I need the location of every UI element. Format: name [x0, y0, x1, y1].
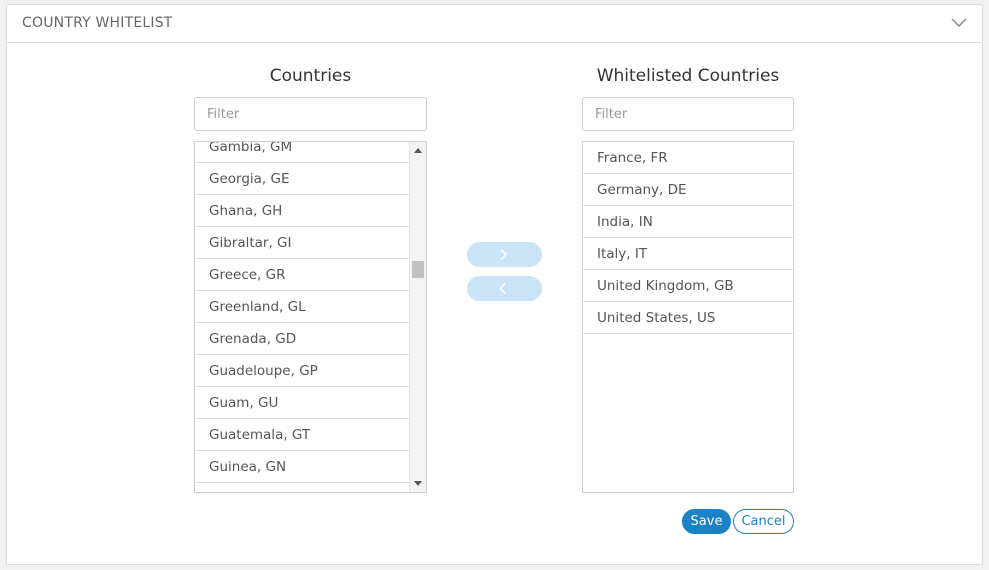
scroll-thumb[interactable]: [412, 261, 424, 278]
scroll-up-icon[interactable]: [414, 148, 422, 153]
scroll-down-icon[interactable]: [414, 481, 422, 486]
chevron-right-icon: [500, 248, 508, 261]
list-item[interactable]: Guam, GU: [195, 387, 409, 419]
countries-title: Countries: [269, 66, 352, 86]
list-item[interactable]: Germany, DE: [583, 174, 793, 206]
list-item[interactable]: Italy, IT: [583, 238, 793, 270]
panel-header[interactable]: COUNTRY WHITELIST: [7, 5, 982, 43]
countries-scrollbar[interactable]: [409, 142, 426, 492]
list-item[interactable]: United States, US: [583, 302, 793, 334]
list-item[interactable]: Gambia, GM: [195, 142, 409, 163]
panel-title: COUNTRY WHITELIST: [22, 15, 173, 31]
list-item[interactable]: Greenland, GL: [195, 291, 409, 323]
list-item[interactable]: Guatemala, GT: [195, 419, 409, 451]
whitelisted-title: Whitelisted Countries: [596, 66, 780, 86]
list-item[interactable]: Ghana, GH: [195, 195, 409, 227]
list-item[interactable]: Guadeloupe, GP: [195, 355, 409, 387]
list-item[interactable]: Grenada, GD: [195, 323, 409, 355]
list-item[interactable]: France, FR: [583, 142, 793, 174]
whitelisted-filter-input[interactable]: [582, 97, 794, 131]
add-to-whitelist-button[interactable]: [467, 242, 542, 267]
cancel-button[interactable]: Cancel: [733, 509, 794, 534]
list-item[interactable]: Gibraltar, GI: [195, 227, 409, 259]
countries-filter-input[interactable]: [194, 97, 427, 131]
list-item[interactable]: Greece, GR: [195, 259, 409, 291]
remove-from-whitelist-button[interactable]: [467, 276, 542, 301]
whitelisted-listbox[interactable]: France, FR Germany, DE India, IN Italy, IT U…: [582, 141, 794, 493]
list-item[interactable]: United Kingdom, GB: [583, 270, 793, 302]
list-item[interactable]: Georgia, GE: [195, 163, 409, 195]
chevron-down-icon[interactable]: [950, 15, 968, 29]
list-item[interactable]: Guinea, GN: [195, 451, 409, 483]
save-button[interactable]: Save: [682, 509, 731, 534]
countries-listbox[interactable]: Gambia, GM Georgia, GE Ghana, GH Gibraltar,…: [194, 141, 427, 493]
list-item[interactable]: India, IN: [583, 206, 793, 238]
chevron-left-icon: [498, 282, 506, 295]
